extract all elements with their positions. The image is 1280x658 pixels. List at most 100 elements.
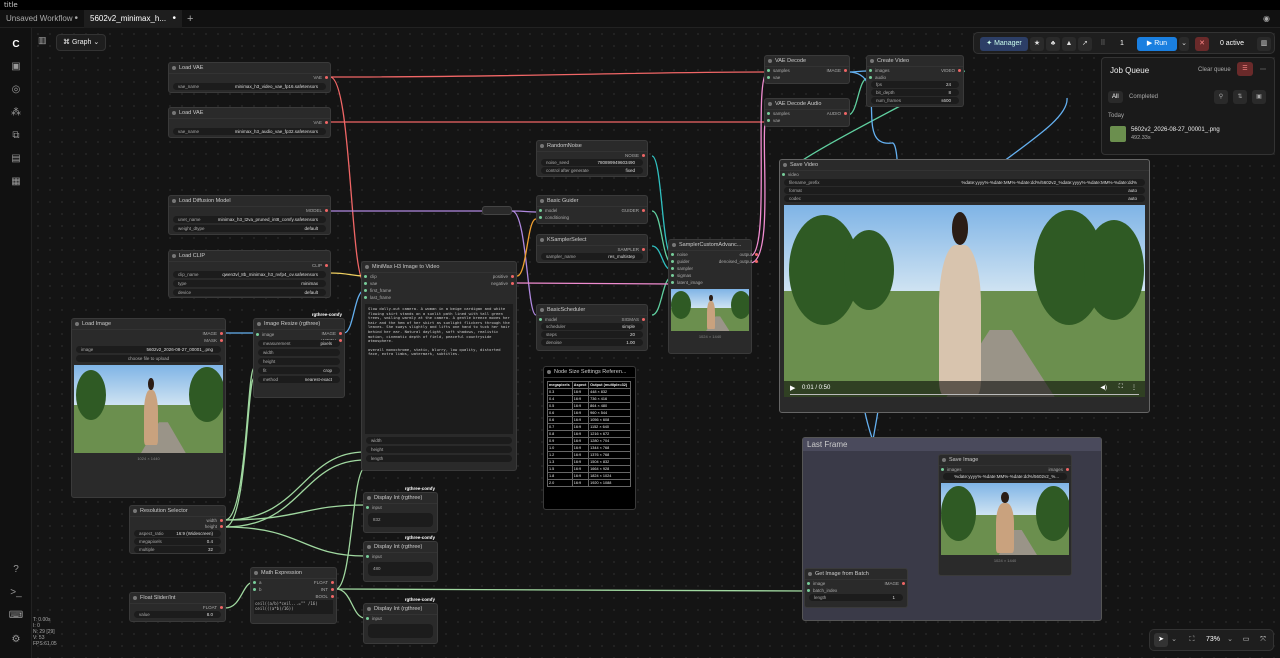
node-display-int-3[interactable]: rgthree-comfy Display Int (rgthree) inpu…: [363, 597, 438, 644]
video-progress[interactable]: [790, 394, 1139, 395]
sampler-name-combo[interactable]: sampler_name res_multistep: [541, 253, 643, 260]
input-first-frame[interactable]: first_frame: [362, 287, 399, 294]
input-input[interactable]: input: [364, 553, 437, 560]
num-frames-input[interactable]: num_frames s600: [871, 97, 959, 104]
method-combo[interactable]: method nearest-exact: [258, 376, 340, 383]
node-ksampler-select[interactable]: KSamplerSelect SAMPLER sampler_name res_m…: [536, 234, 648, 263]
node-load-image[interactable]: Load Image IMAGE MASK image 5602v2_2026-0…: [71, 318, 226, 498]
user-icon[interactable]: ◉: [1260, 10, 1274, 28]
node-display-int-2[interactable]: rgthree-comfy Display Int (rgthree) inpu…: [363, 535, 438, 582]
fit-view-icon[interactable]: ⛶: [1186, 633, 1198, 647]
node-size-reference[interactable]: Node Size Settings Referen... megapixels…: [543, 366, 636, 510]
node-vae-decode[interactable]: VAE Decode samples vae IMAGE: [764, 55, 850, 84]
filter-completed-tab[interactable]: Completed: [1129, 94, 1158, 100]
input-image[interactable]: image: [805, 580, 845, 587]
noise-seed-input[interactable]: noise_seed 780899949603490: [541, 159, 643, 166]
workflows-icon[interactable]: ⧉: [8, 129, 24, 143]
minimap-icon[interactable]: ▭: [1240, 633, 1252, 647]
output-float[interactable]: FLOAT: [130, 604, 225, 611]
node-create-video[interactable]: Create Video images audio VIDEO fps 24 bit_…: [866, 55, 964, 107]
vae-name-combo[interactable]: vae_name minimax_h3_audio_vae_fp32.safete…: [173, 128, 326, 135]
input-images[interactable]: images: [867, 67, 898, 74]
input-model[interactable]: model: [537, 316, 565, 323]
node-random-noise[interactable]: RandomNoise NOISE noise_seed 780899949603…: [536, 140, 648, 177]
comfy-logo-icon[interactable]: C: [8, 38, 24, 52]
output-noise[interactable]: NOISE: [537, 152, 647, 159]
toggle-panel-icon[interactable]: ▥: [1257, 37, 1271, 51]
queue-count-input[interactable]: 1: [1112, 37, 1132, 51]
output-height[interactable]: height: [130, 523, 225, 530]
node-resolution-selector[interactable]: Resolution Selector width height aspect_…: [129, 505, 226, 554]
input-a[interactable]: a: [251, 579, 270, 586]
node-save-video[interactable]: Save Video video filename_prefix %date:yy…: [779, 159, 1150, 413]
keyboard-icon[interactable]: ⌨: [8, 609, 24, 623]
templates-icon[interactable]: ▤: [8, 152, 24, 166]
megapixels-input[interactable]: megapixels 0.4: [134, 538, 221, 545]
more-icon[interactable]: ⋮: [1131, 384, 1137, 391]
output-bool[interactable]: BOOL: [306, 593, 336, 600]
output-model[interactable]: MODEL: [169, 207, 330, 214]
node-basic-scheduler[interactable]: BasicScheduler model SIGMAS scheduler simp…: [536, 304, 648, 351]
steps-input[interactable]: steps 20: [541, 331, 643, 338]
tab-active-workflow[interactable]: 5602v2_minimax_h... •: [84, 10, 182, 28]
output-denoised[interactable]: denoised_output: [711, 258, 760, 265]
fullscreen-icon[interactable]: ⛶: [1119, 384, 1123, 391]
graph-breadcrumb[interactable]: ⌘ Graph ⌄: [56, 34, 106, 51]
node-load-vae-video[interactable]: Load VAE VAE vae_name minimax_h3_video_va…: [168, 62, 331, 93]
input-conditioning[interactable]: conditioning: [537, 214, 577, 221]
input-sigmas[interactable]: sigmas: [669, 272, 711, 279]
node-load-diffusion-model[interactable]: Load Diffusion Model MODEL unet_name mini…: [168, 195, 331, 235]
height-input[interactable]: height: [366, 446, 512, 453]
node-image-resize[interactable]: rgthree-comfy Image Resize (rgthree) ima…: [253, 312, 345, 398]
help-icon[interactable]: ?: [8, 563, 24, 577]
warning-icon[interactable]: ▲: [1062, 37, 1076, 51]
device-combo[interactable]: device default: [173, 289, 326, 296]
panel-toggle-icon[interactable]: ▥: [38, 35, 52, 49]
input-images[interactable]: images: [939, 466, 970, 473]
input-latent-image[interactable]: latent_image: [669, 279, 711, 286]
filename-prefix-input[interactable]: filename_prefix %date:yyyy%-%date:MM%-%da…: [784, 179, 1145, 186]
measurement-combo[interactable]: measurement pixels: [258, 340, 340, 347]
input-vae[interactable]: vae: [362, 280, 399, 287]
output-float[interactable]: FLOAT: [306, 579, 336, 586]
terminal-icon[interactable]: >_: [8, 586, 24, 600]
settings-gear-icon[interactable]: ⚙: [8, 633, 24, 647]
clip-name-combo[interactable]: clip_name qwen3vl_8b_minimax_h3_nvfp4_ov.…: [173, 271, 326, 278]
filter-icon[interactable]: ⚲: [1214, 90, 1228, 104]
input-model[interactable]: model: [537, 207, 577, 214]
node-basic-guider[interactable]: Basic Guider model conditioning GUIDER: [536, 195, 648, 224]
run-options-chevron-icon[interactable]: ⌄: [1179, 37, 1189, 51]
output-int[interactable]: INT: [306, 586, 336, 593]
node-vae-decode-audio[interactable]: VAE Decode Audio samples vae AUDIO: [764, 98, 850, 127]
node-float-slider[interactable]: Float Slider/Int FLOAT value 8.0: [129, 592, 226, 622]
zoom-chevron-icon[interactable]: ⌄: [1226, 633, 1234, 647]
graph-canvas[interactable]: Load VAE VAE vae_name minimax_h3_video_va…: [32, 28, 1280, 658]
input-noise[interactable]: noise: [669, 251, 711, 258]
format-combo[interactable]: format auto: [784, 187, 1145, 194]
output-images[interactable]: images: [1040, 466, 1071, 473]
output-image[interactable]: IMAGE: [254, 330, 344, 337]
fit-combo[interactable]: fit crop: [258, 367, 340, 374]
width-input[interactable]: width: [258, 349, 340, 356]
output-vae[interactable]: VAE: [169, 74, 330, 81]
unet-name-combo[interactable]: unet_name minimax_h3_t2va_pruned_int8_com…: [173, 216, 326, 223]
input-video[interactable]: video: [780, 171, 1149, 178]
output-guider[interactable]: GUIDER: [613, 207, 647, 214]
sort-icon[interactable]: ⇅: [1233, 90, 1247, 104]
node-display-int-1[interactable]: rgthree-comfy Display Int (rgthree) inpu…: [363, 486, 438, 533]
vae-name-combo[interactable]: vae_name minimax_h3_video_vae_fp16.safete…: [173, 83, 326, 90]
upload-button[interactable]: choose file to upload: [76, 355, 221, 362]
prompt-textarea[interactable]: Slow dolly-out camera. A woman in a beig…: [365, 304, 513, 434]
filename-prefix-input[interactable]: %date:yyyy%-%date:MM%-%date:dd%/5602v2_%…: [943, 473, 1067, 480]
volume-icon[interactable]: ◀): [1100, 384, 1107, 391]
value-slider[interactable]: value 8.0: [134, 611, 221, 618]
new-tab-plus-icon[interactable]: +: [184, 10, 198, 28]
clean-icon[interactable]: ♣: [1046, 37, 1060, 51]
output-clip[interactable]: CLIP: [169, 262, 330, 269]
node-math-expression[interactable]: Math Expression ab FLOAT INT BOOL ceil((a/…: [250, 567, 337, 624]
clear-queue-icon[interactable]: ☰: [1237, 62, 1253, 76]
image-combo[interactable]: image 5602v2_2026-08-27_00001_.png: [76, 346, 221, 353]
tab-unsaved-workflow[interactable]: Unsaved Workflow •: [0, 10, 84, 28]
output-video[interactable]: VIDEO: [933, 67, 963, 74]
input-vae[interactable]: vae: [765, 74, 798, 81]
